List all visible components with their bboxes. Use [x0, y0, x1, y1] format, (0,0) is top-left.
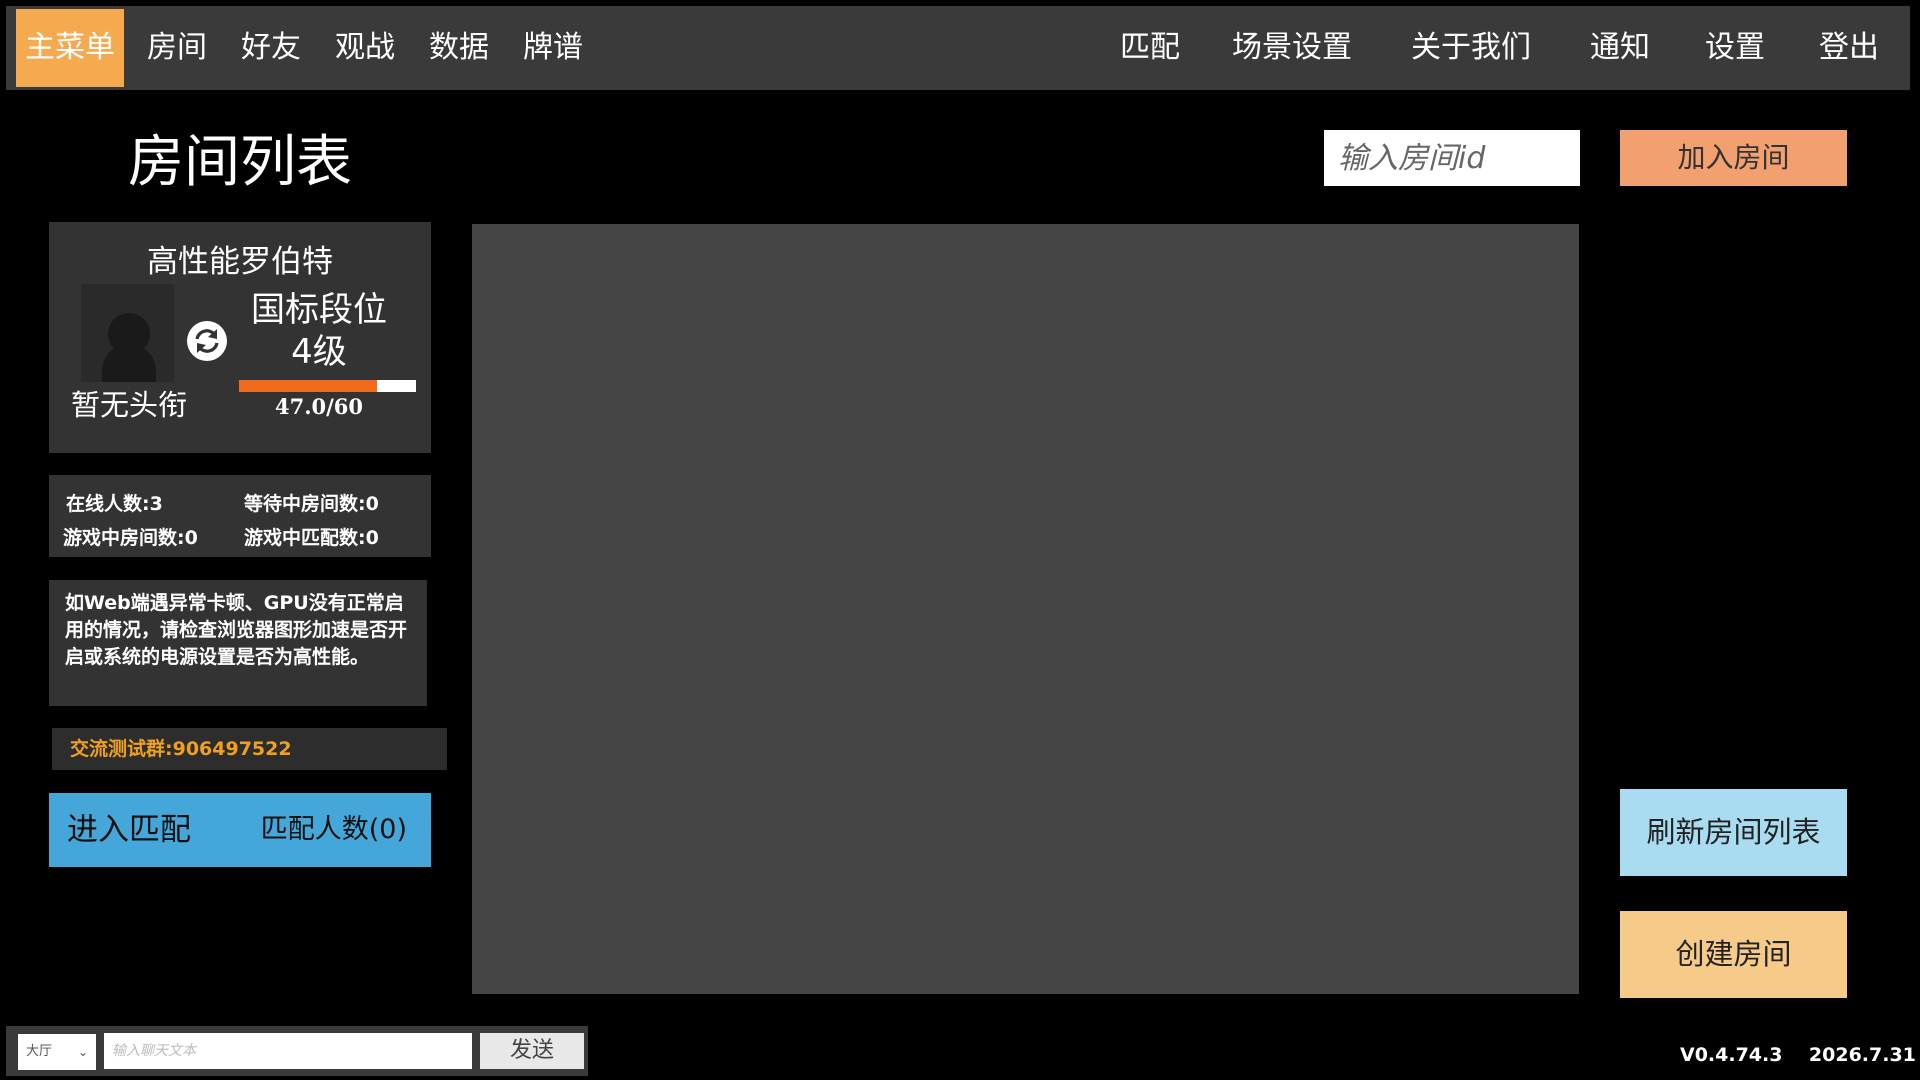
- rank-progress-text: 47.0/60: [274, 394, 364, 419]
- waiting-rooms-count: 等待中房间数:0: [244, 493, 379, 515]
- room-id-input[interactable]: [1324, 130, 1580, 186]
- nav-scene-settings[interactable]: 场景设置: [1222, 9, 1362, 87]
- nav-friends[interactable]: 好友: [230, 9, 312, 87]
- group-info: 交流测试群:906497522: [52, 728, 447, 770]
- player-title: 暂无头衔: [71, 388, 188, 422]
- rank-level: 4级: [291, 332, 347, 372]
- nav-settings[interactable]: 设置: [1694, 9, 1776, 87]
- playing-rooms-count: 游戏中房间数:0: [63, 527, 198, 549]
- join-room-button[interactable]: 加入房间: [1620, 130, 1847, 186]
- enter-match-label: 进入匹配: [67, 812, 191, 848]
- chat-input[interactable]: [104, 1033, 472, 1069]
- page-title: 房间列表: [128, 130, 352, 195]
- nav-room[interactable]: 房间: [136, 9, 218, 87]
- chat-channel-label: 大厅: [26, 1044, 53, 1059]
- player-name: 高性能罗伯特: [147, 244, 333, 280]
- nav-about-us[interactable]: 关于我们: [1401, 9, 1541, 87]
- swap-icon[interactable]: [186, 320, 228, 362]
- stats-card: 在线人数:3 等待中房间数:0 游戏中房间数:0 游戏中匹配数:0: [49, 475, 431, 557]
- room-list[interactable]: [472, 224, 1579, 994]
- rank-progress-fill: [239, 380, 378, 392]
- rank-name: 国标段位: [251, 290, 387, 330]
- notice-text: 如Web端遇异常卡顿、GPU没有正常启用的情况，请检查浏览器图形加速是否开启或系…: [49, 580, 427, 706]
- online-count: 在线人数:3: [66, 493, 163, 515]
- chevron-down-icon: ⌄: [77, 1045, 88, 1059]
- nav-logout[interactable]: 登出: [1808, 9, 1890, 87]
- version-text: V0.4.74.3 2026.7.31: [1680, 1044, 1916, 1066]
- avatar-placeholder-icon[interactable]: [81, 284, 174, 382]
- chat-bar: 大厅 ⌄ 发送: [6, 1026, 588, 1076]
- send-button[interactable]: 发送: [480, 1033, 584, 1069]
- enter-match-button[interactable]: 进入匹配 匹配人数(0): [49, 793, 431, 867]
- chat-channel-select[interactable]: 大厅 ⌄: [18, 1034, 96, 1070]
- nav-main-menu[interactable]: 主菜单: [16, 9, 124, 87]
- profile-card: 高性能罗伯特 国标段位 4级 47.0/60 暂无头衔: [49, 222, 431, 453]
- rank-progress-bar: [239, 380, 416, 392]
- playing-matches-count: 游戏中匹配数:0: [244, 527, 379, 549]
- top-nav: 主菜单 房间 好友 观战 数据 牌谱 匹配 场景设置 关于我们 通知 设置 登出: [6, 6, 1910, 90]
- nav-match[interactable]: 匹配: [1109, 9, 1191, 87]
- nav-replays[interactable]: 牌谱: [512, 9, 594, 87]
- create-room-button[interactable]: 创建房间: [1620, 911, 1847, 998]
- nav-stats[interactable]: 数据: [418, 9, 500, 87]
- avatar-body: [102, 344, 156, 382]
- match-player-count: 匹配人数(0): [260, 814, 407, 845]
- nav-notifications[interactable]: 通知: [1579, 9, 1661, 87]
- refresh-room-list-button[interactable]: 刷新房间列表: [1620, 789, 1847, 876]
- nav-spectate[interactable]: 观战: [324, 9, 406, 87]
